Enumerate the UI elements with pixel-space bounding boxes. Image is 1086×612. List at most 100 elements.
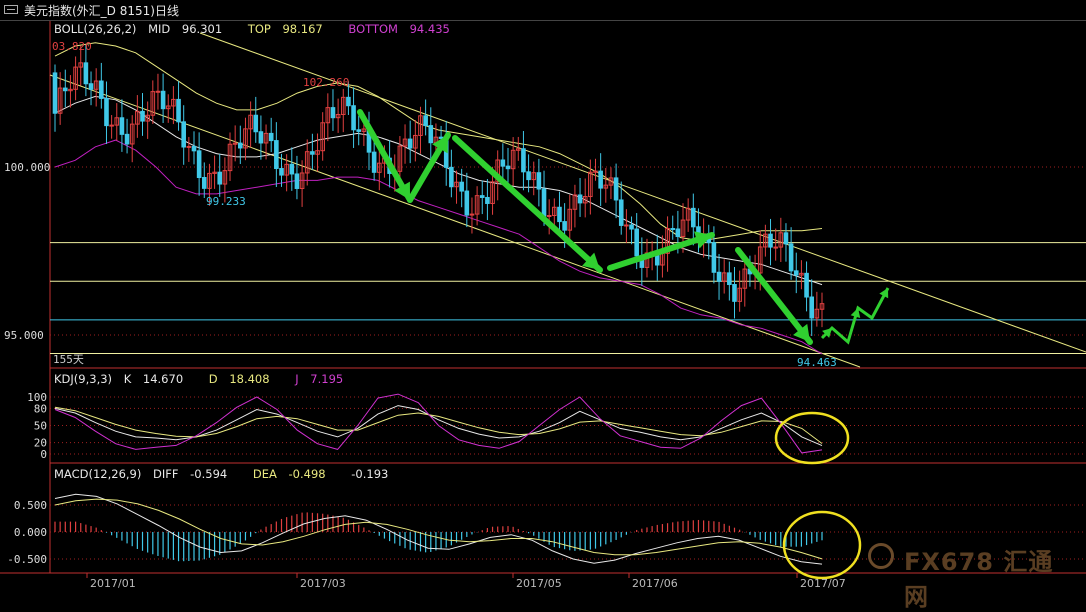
candle-body <box>809 296 815 319</box>
macd-dea-line <box>54 498 823 560</box>
candle-body <box>618 199 624 226</box>
peak-high-label: 102.260 <box>303 76 349 89</box>
candle-body <box>62 87 68 92</box>
candle-body <box>438 136 444 139</box>
candle-body <box>124 133 130 145</box>
x-tick-label: 2017/05 <box>516 577 562 590</box>
chart-canvas: 100.00095.00010080502000.5000.000-0.500 … <box>0 21 1086 590</box>
candle-body <box>294 173 300 189</box>
candle-body <box>258 131 264 144</box>
y-tick-kdj: 80 <box>34 402 47 415</box>
candle-body <box>670 228 676 231</box>
candle-body <box>83 62 89 85</box>
candle-body <box>160 90 166 110</box>
left-high-label: 03.820 <box>52 40 92 53</box>
candle-body <box>109 124 114 127</box>
kdj-highlight-circle <box>774 411 850 465</box>
channel-lower-line <box>49 74 861 368</box>
candle-body <box>155 90 161 93</box>
candle-body <box>201 177 207 189</box>
candle-body <box>469 213 475 216</box>
candle-body <box>459 181 464 192</box>
watermark-text: FX678 汇通网 <box>904 548 1054 611</box>
candle-body <box>104 97 109 127</box>
candle-body <box>196 150 202 179</box>
candle-body <box>577 194 583 204</box>
candle-body <box>485 196 490 204</box>
y-tick-main: 95.000 <box>4 329 44 342</box>
candle-body <box>562 221 567 231</box>
candle-body <box>773 246 778 249</box>
candle-body <box>727 272 732 286</box>
candle-body <box>691 207 696 228</box>
candle-body <box>191 145 197 152</box>
candle-body <box>675 228 681 238</box>
candle-body <box>711 242 717 273</box>
period-days-label: 155天 <box>53 353 84 366</box>
candle-body <box>541 188 547 217</box>
candle-body <box>176 98 181 123</box>
candle-body <box>52 72 58 114</box>
kdj-j-line <box>54 393 823 454</box>
candle-body <box>449 166 454 188</box>
candle-body <box>423 115 428 127</box>
x-tick-label: 2017/06 <box>632 577 678 590</box>
candle-body <box>88 83 94 90</box>
low-99-label: 99.233 <box>206 195 246 208</box>
candle-body <box>289 163 295 175</box>
candle-body <box>716 271 722 282</box>
candle-body <box>629 224 634 230</box>
candle-body <box>783 232 789 245</box>
candle-body <box>521 148 526 173</box>
x-tick-label: 2017/01 <box>90 577 136 590</box>
y-tick-kdj: 50 <box>34 420 47 433</box>
candle-body <box>268 132 274 142</box>
last-low-label: 94.463 <box>797 356 837 369</box>
candle-body <box>624 224 629 227</box>
candle-body <box>330 107 336 119</box>
candle-body <box>598 170 603 189</box>
macd-highlight-circle <box>782 510 862 580</box>
trend-arrow-shaft <box>735 247 813 345</box>
y-tick-macd: 0.000 <box>14 526 47 539</box>
candle-body <box>788 243 794 272</box>
candle-body <box>181 121 186 148</box>
candle-body <box>351 105 356 131</box>
watermark: FX678 汇通网 <box>868 540 1078 611</box>
candle-body <box>346 96 351 107</box>
y-tick-macd: -0.500 <box>7 553 47 566</box>
candle-body <box>356 129 362 132</box>
candle-body <box>99 80 104 99</box>
candle-body <box>310 151 315 155</box>
candle-body <box>804 272 809 298</box>
boll-mid-line <box>54 95 823 286</box>
candle-body <box>479 195 485 198</box>
candle-body <box>793 270 799 276</box>
y-tick-macd: 0.500 <box>14 499 47 512</box>
candle-body <box>732 284 737 302</box>
candle-body <box>613 177 619 201</box>
candle-body <box>768 233 773 248</box>
candle-body <box>546 215 552 218</box>
boll-bottom-line <box>54 139 823 355</box>
candle-body <box>371 151 377 173</box>
candle-body <box>279 168 284 176</box>
candle-body <box>140 110 145 122</box>
candle-body <box>407 138 413 149</box>
candle-body <box>634 228 639 257</box>
candle-body <box>557 206 562 223</box>
y-tick-kdj: 0 <box>40 448 47 461</box>
candle-body <box>536 172 542 190</box>
candle-body <box>428 125 434 144</box>
candle-body <box>217 171 223 185</box>
candle-body <box>500 159 506 167</box>
candle-body <box>274 140 279 170</box>
candle-body <box>238 142 243 149</box>
x-tick-label: 2017/03 <box>300 577 346 590</box>
candle-body <box>119 117 125 135</box>
candle-body <box>253 114 259 133</box>
x-tick-label: 2017/07 <box>800 577 846 590</box>
candle-body <box>464 190 470 216</box>
candle-body <box>186 145 192 148</box>
candle-body <box>505 165 511 170</box>
